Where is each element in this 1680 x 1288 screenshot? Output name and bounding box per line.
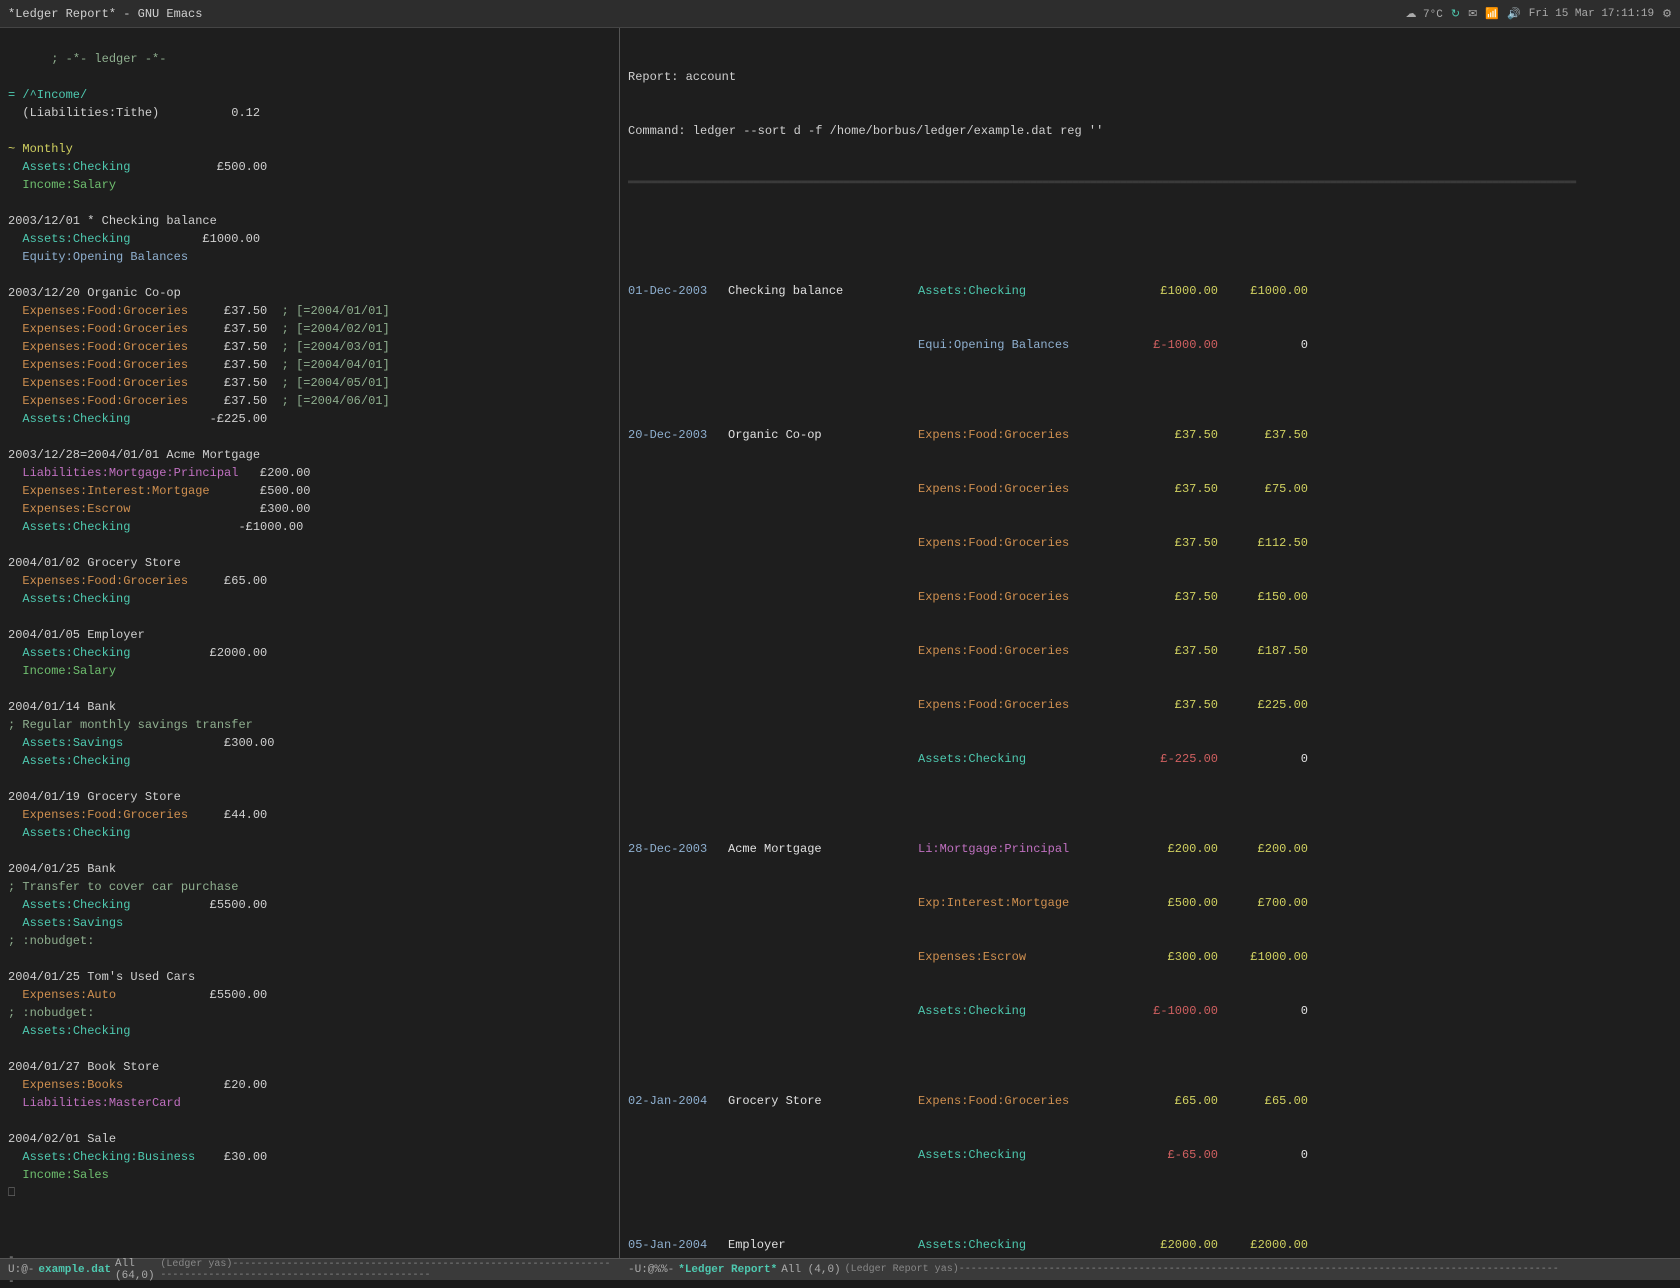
titlebar-title: *Ledger Report* - GNU Emacs	[8, 7, 202, 21]
report-command: Command: ledger --sort d -f /home/borbus…	[628, 122, 1672, 140]
statusbar-right: -U:@%%- *Ledger Report* All (4,0) (Ledge…	[620, 1264, 1680, 1276]
report-row: Exp:Interest:Mortgage £500.00 £700.00	[628, 894, 1672, 912]
report-row: Expens:Food:Groceries £37.50 £150.00	[628, 588, 1672, 606]
volume-icon[interactable]: 🔊	[1507, 7, 1521, 21]
network-icon[interactable]: 📶	[1485, 7, 1499, 21]
left-pane[interactable]: ; -*- ledger -*- = /^Income/ (Liabilitie…	[0, 28, 620, 1258]
report-row: 05-Jan-2004 Employer Assets:Checking £20…	[628, 1236, 1672, 1254]
left-filename: example.dat	[38, 1264, 111, 1276]
report-divider: ════════════════════════════════════════…	[628, 176, 1672, 192]
report-row: Expens:Food:Groceries £37.50 £75.00	[628, 480, 1672, 498]
left-minor-mode: (Ledger yas)----------------------------…	[160, 1259, 612, 1281]
statusbar: -U:@-- example.dat All (64,0) (Ledger ya…	[0, 1258, 1680, 1280]
right-filename: *Ledger Report*	[678, 1264, 777, 1276]
datetime-display: Fri 15 Mar 17:11:19	[1529, 8, 1654, 20]
left-info: All (64,0)	[115, 1258, 156, 1282]
refresh-icon[interactable]: ↻	[1451, 7, 1460, 21]
right-pane[interactable]: Report: account Command: ledger --sort d…	[620, 28, 1680, 1258]
titlebar: *Ledger Report* - GNU Emacs ☁ 7°C ↻ ✉ 📶 …	[0, 0, 1680, 28]
main-container: ; -*- ledger -*- = /^Income/ (Liabilitie…	[0, 28, 1680, 1258]
report-row: 02-Jan-2004 Grocery Store Expens:Food:Gr…	[628, 1092, 1672, 1110]
right-minor-mode: (Ledger Report yas)---------------------…	[845, 1264, 1559, 1275]
left-mode: -U:@--	[8, 1252, 34, 1288]
report-row: Expens:Food:Groceries £37.50 £225.00	[628, 696, 1672, 714]
report-row: Assets:Checking £-1000.00 0	[628, 1002, 1672, 1020]
report-row: 20-Dec-2003 Organic Co-op Expens:Food:Gr…	[628, 426, 1672, 444]
report-row: Assets:Checking £-225.00 0	[628, 750, 1672, 768]
settings-icon[interactable]: ⚙	[1662, 7, 1672, 21]
editor-content: ; -*- ledger -*- = /^Income/ (Liabilitie…	[0, 28, 619, 1258]
weather-display: ☁ 7°C	[1405, 7, 1442, 21]
report-row: 01-Dec-2003 Checking balance Assets:Chec…	[628, 282, 1672, 300]
report-row: Equi:Opening Balances £-1000.00 0	[628, 336, 1672, 354]
right-info: All (4,0)	[781, 1264, 840, 1276]
statusbar-left: -U:@-- example.dat All (64,0) (Ledger ya…	[0, 1252, 620, 1288]
report-content: Report: account Command: ledger --sort d…	[620, 28, 1680, 1258]
report-header: Report: account	[628, 68, 1672, 86]
right-mode: -U:@%%-	[628, 1264, 674, 1276]
report-row: Assets:Checking £-65.00 0	[628, 1146, 1672, 1164]
report-row: Expens:Food:Groceries £37.50 £112.50	[628, 534, 1672, 552]
titlebar-right: ☁ 7°C ↻ ✉ 📶 🔊 Fri 15 Mar 17:11:19 ⚙	[1405, 7, 1672, 21]
mail-icon[interactable]: ✉	[1468, 7, 1477, 21]
report-row: Expens:Food:Groceries £37.50 £187.50	[628, 642, 1672, 660]
report-row: Expenses:Escrow £300.00 £1000.00	[628, 948, 1672, 966]
report-row: 28-Dec-2003 Acme Mortgage Li:Mortgage:Pr…	[628, 840, 1672, 858]
